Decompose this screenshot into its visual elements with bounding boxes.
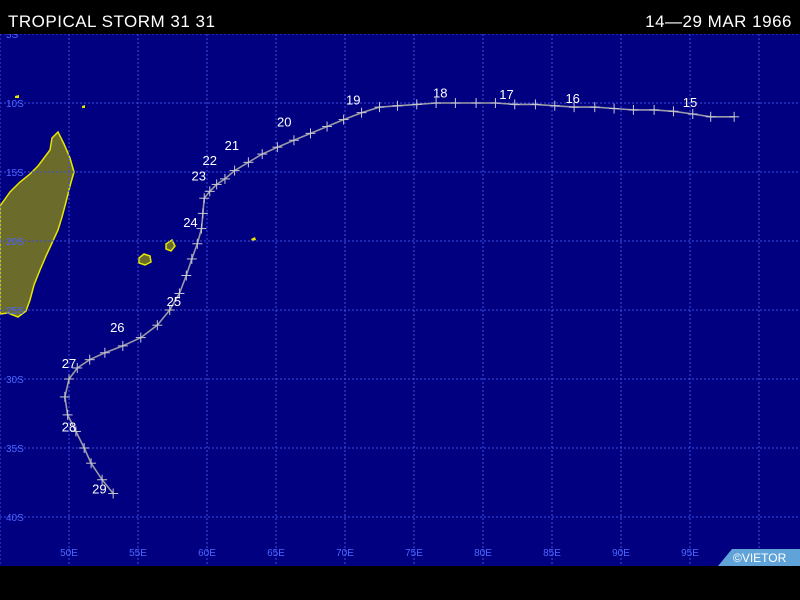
day-label-21: 21	[225, 138, 239, 153]
day-label-27: 27	[62, 356, 76, 371]
lat-label-15S: 15S	[6, 168, 24, 179]
lon-label-95E: 95E	[681, 548, 699, 559]
lat-label-30S: 30S	[6, 375, 24, 386]
lon-label-70E: 70E	[336, 548, 354, 559]
lon-label-75E: 75E	[405, 548, 423, 559]
lon-label-85E: 85E	[543, 548, 561, 559]
day-label-15: 15	[683, 95, 697, 110]
lat-label-10S: 10S	[6, 99, 24, 110]
lon-label-90E: 90E	[612, 548, 630, 559]
day-label-25: 25	[167, 294, 181, 309]
lon-label-65E: 65E	[267, 548, 285, 559]
day-label-29: 29	[92, 482, 106, 497]
credit-badge: ©VIETOR	[718, 549, 800, 566]
lon-label-55E: 55E	[129, 548, 147, 559]
day-label-26: 26	[110, 320, 124, 335]
lat-label-20S: 20S	[6, 237, 24, 248]
lat-label-35S: 35S	[6, 444, 24, 455]
day-label-24: 24	[183, 215, 197, 230]
lon-label-80E: 80E	[474, 548, 492, 559]
day-label-18: 18	[433, 85, 447, 100]
ocean-background	[0, 34, 800, 566]
header-bar: TROPICAL STORM 31 31 14—29 MAR 1966	[0, 0, 800, 34]
track-map: 50E55E60E65E70E75E80E85E90E95E100E5S10S1…	[0, 30, 800, 566]
lat-label-25S: 25S	[6, 306, 24, 317]
reunion-island	[138, 253, 152, 266]
lat-label-40S: 40S	[6, 513, 24, 524]
day-label-22: 22	[203, 153, 217, 168]
footer-bar	[0, 566, 800, 600]
storm-title: TROPICAL STORM 31 31	[8, 12, 216, 31]
map-canvas: 50E55E60E65E70E75E80E85E90E95E100E5S10S1…	[0, 30, 800, 566]
lon-label-50E: 50E	[60, 548, 78, 559]
day-label-17: 17	[499, 87, 513, 102]
day-label-23: 23	[191, 168, 205, 183]
lat-label-5S: 5S	[6, 34, 19, 41]
day-label-16: 16	[565, 91, 579, 106]
day-label-20: 20	[277, 114, 291, 129]
lon-label-60E: 60E	[198, 548, 216, 559]
day-label-19: 19	[346, 92, 360, 107]
day-label-28: 28	[62, 419, 76, 434]
date-range: 14—29 MAR 1966	[645, 12, 792, 31]
credit-text: ©VIETOR	[733, 551, 787, 565]
